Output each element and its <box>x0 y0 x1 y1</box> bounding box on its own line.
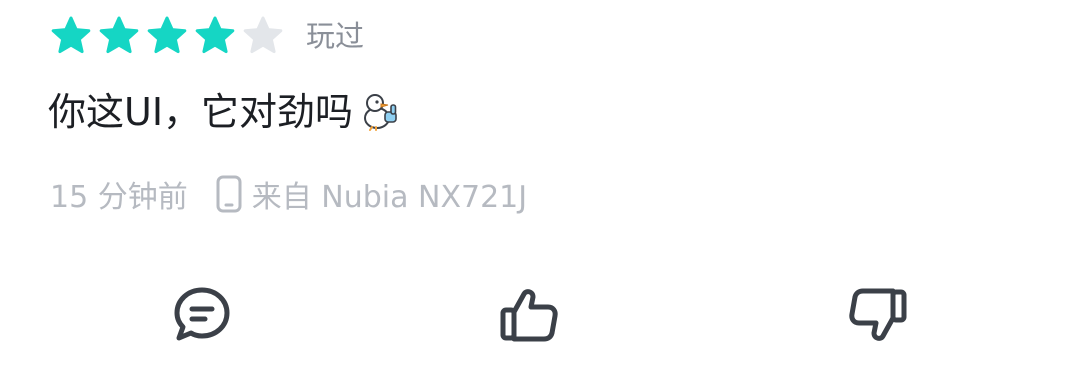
review-comment: 你这UI，它对劲吗 <box>48 82 401 142</box>
star-empty-icon <box>242 15 284 57</box>
star-filled-icon <box>98 15 140 57</box>
played-status-label: 玩过 <box>306 19 365 53</box>
duck-thumbs-up-emoji <box>361 92 401 132</box>
comment-text: 你这UI，它对劲吗 <box>48 90 354 134</box>
time-ago: 15 分钟前 <box>50 180 188 215</box>
review-actions <box>0 280 1080 350</box>
review-meta: 15 分钟前 来自 Nubia NX721J <box>50 172 527 216</box>
star-filled-icon <box>194 15 236 57</box>
thumbs-down-icon <box>844 282 910 348</box>
comment-button[interactable] <box>167 280 237 350</box>
star-filled-icon <box>146 15 188 57</box>
comment-bubble-icon <box>169 282 235 348</box>
rating-row: 玩过 <box>50 14 364 58</box>
phone-icon <box>216 175 242 213</box>
device-label: 来自 Nubia NX721J <box>251 180 528 215</box>
dislike-button[interactable] <box>842 280 912 350</box>
star-filled-icon <box>50 15 92 57</box>
star-rating <box>50 15 290 57</box>
like-button[interactable] <box>495 280 565 350</box>
thumbs-up-icon <box>497 282 563 348</box>
